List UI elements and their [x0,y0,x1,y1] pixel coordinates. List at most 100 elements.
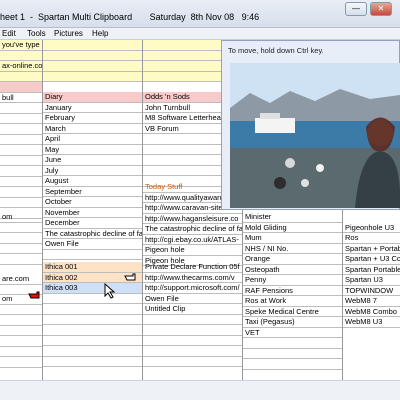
clip-cell[interactable] [0,347,42,357]
clip-cell[interactable]: Untitled Clip [143,304,242,315]
clip-cell[interactable] [143,357,242,367]
clip-cell[interactable] [143,336,242,346]
clip-cell[interactable] [43,40,142,51]
clip-cell[interactable] [0,254,42,265]
clip-cell[interactable]: February [43,113,142,124]
clip-cell[interactable] [0,135,42,145]
clip-cell[interactable] [0,50,42,61]
clip-cell[interactable] [0,82,42,93]
clip-cell[interactable] [0,177,42,187]
clip-cell[interactable]: Penny [243,275,342,286]
clip-cell[interactable]: Ithica 001 [43,262,142,273]
clip-cell[interactable]: http://cgi.ebay.co.uk/ATLAS- [143,235,242,245]
clip-cell[interactable] [0,145,42,156]
clip-cell[interactable] [0,223,42,233]
clip-cell[interactable]: Pigeon hole [143,245,242,256]
clip-cell[interactable] [0,233,42,244]
clip-cell[interactable] [0,198,42,208]
clip-cell[interactable]: Diary [43,92,142,103]
clip-cell[interactable]: WebM8 Combo [343,307,400,317]
clip-cell[interactable]: July [43,166,142,176]
clip-cell[interactable] [0,315,42,326]
clip-cell[interactable] [0,114,42,124]
clip-cell[interactable]: Taxi (Pegasus) [243,317,342,328]
menu-help[interactable]: Help [92,29,108,38]
clip-cell[interactable]: Orange [243,254,342,265]
clip-cell[interactable] [0,71,42,82]
clip-cell[interactable]: WebM8 U3 [343,317,400,328]
clip-cell[interactable] [43,304,142,315]
minimize-button[interactable]: — [345,2,367,16]
clip-cell[interactable] [0,156,42,166]
clip-cell[interactable]: you've type [0,40,42,51]
title-bar[interactable]: heet 1 - Spartan Multi Clipboard Saturda… [0,0,400,28]
clip-cell[interactable] [243,349,342,359]
clip-cell[interactable]: WebM8 7 [343,296,400,307]
clip-cell[interactable] [43,50,142,61]
clip-cell[interactable]: March [43,124,142,134]
clip-cell[interactable]: Spartan U3 [343,275,400,286]
clip-cell[interactable] [243,338,342,349]
clip-cell[interactable]: http://support.microsoft.com/ [143,283,242,294]
clip-cell[interactable] [43,61,142,72]
clip-cell[interactable]: http://www.hagansleisure.co [143,214,242,224]
clip-cell[interactable]: Ros [343,233,400,244]
clip-cell[interactable]: Spartan + Portable [343,244,400,254]
clip-cell[interactable] [0,357,42,368]
clip-cell[interactable]: September [43,187,142,197]
clip-cell[interactable] [43,325,142,336]
clip-cell[interactable] [0,124,42,135]
clip-cell[interactable]: The catastrophic decline of fa [143,224,242,235]
clip-cell[interactable] [0,187,42,198]
clip-cell[interactable]: are.com [0,274,42,285]
clip-cell[interactable]: Ithica 003 [43,283,142,294]
clip-cell[interactable]: VET [243,328,342,338]
clip-cell[interactable] [0,166,42,177]
clip-cell[interactable]: Owen File [43,239,142,250]
clip-cell[interactable]: December [43,218,142,229]
clip-cell[interactable] [0,336,42,347]
clip-cell[interactable]: TOPWINDOW [343,286,400,296]
clip-cell[interactable] [0,244,42,254]
clip-cell[interactable]: November [43,208,142,218]
clip-cell[interactable]: June [43,155,142,166]
clip-cell[interactable]: May [43,145,142,155]
close-button[interactable]: ✕ [370,2,392,16]
clip-cell[interactable]: January [43,103,142,113]
clip-cell[interactable]: Spartan + U3 Com [343,254,400,265]
clip-cell[interactable]: April [43,134,142,145]
clip-cell[interactable]: October [43,197,142,208]
clip-cell[interactable]: Ros at Work [243,296,342,307]
clip-cell[interactable]: Speke Medical Centre [243,307,342,317]
clip-cell[interactable]: Mold Gliding [243,223,342,233]
clip-cell[interactable] [43,250,142,260]
clip-cell[interactable]: bull [0,93,42,103]
clip-cell[interactable]: Pigeonhole U3 [343,223,400,233]
clip-cell[interactable]: http://www.thecarms.com/v [143,273,242,283]
clip-cell[interactable] [0,103,42,114]
clip-cell[interactable]: om [0,212,42,223]
clip-cell[interactable]: NHS / NI No. [243,244,342,254]
clip-cell[interactable]: Private Declare Function 05f [143,262,242,273]
menu-edit[interactable]: Edit [2,29,16,38]
clip-cell[interactable] [143,315,242,325]
picture-preview-panel[interactable]: To move, hold down Ctrl key. [221,40,400,210]
menu-pictures[interactable]: Pictures [54,29,83,38]
clip-cell[interactable]: Spartan Portable [343,265,400,275]
clip-cell[interactable] [0,305,42,315]
clip-cell[interactable] [0,326,42,336]
clip-cell[interactable]: RAF Pensions [243,286,342,296]
clip-cell[interactable] [43,357,142,367]
clip-cell[interactable] [43,71,142,82]
menu-tools[interactable]: Tools [27,29,46,38]
clip-cell[interactable] [43,315,142,325]
clip-cell[interactable]: Mum [243,233,342,244]
clip-cell[interactable]: ax-online.co. [0,61,42,72]
clip-cell[interactable] [43,294,142,304]
clip-cell[interactable] [43,346,142,357]
clip-cell[interactable]: The catastrophic decline of fa [43,229,142,239]
clip-cell[interactable]: Owen File [143,294,242,304]
clip-cell[interactable] [143,346,242,357]
clip-cell[interactable]: Osteopath [243,265,342,275]
clip-cell[interactable] [143,325,242,336]
